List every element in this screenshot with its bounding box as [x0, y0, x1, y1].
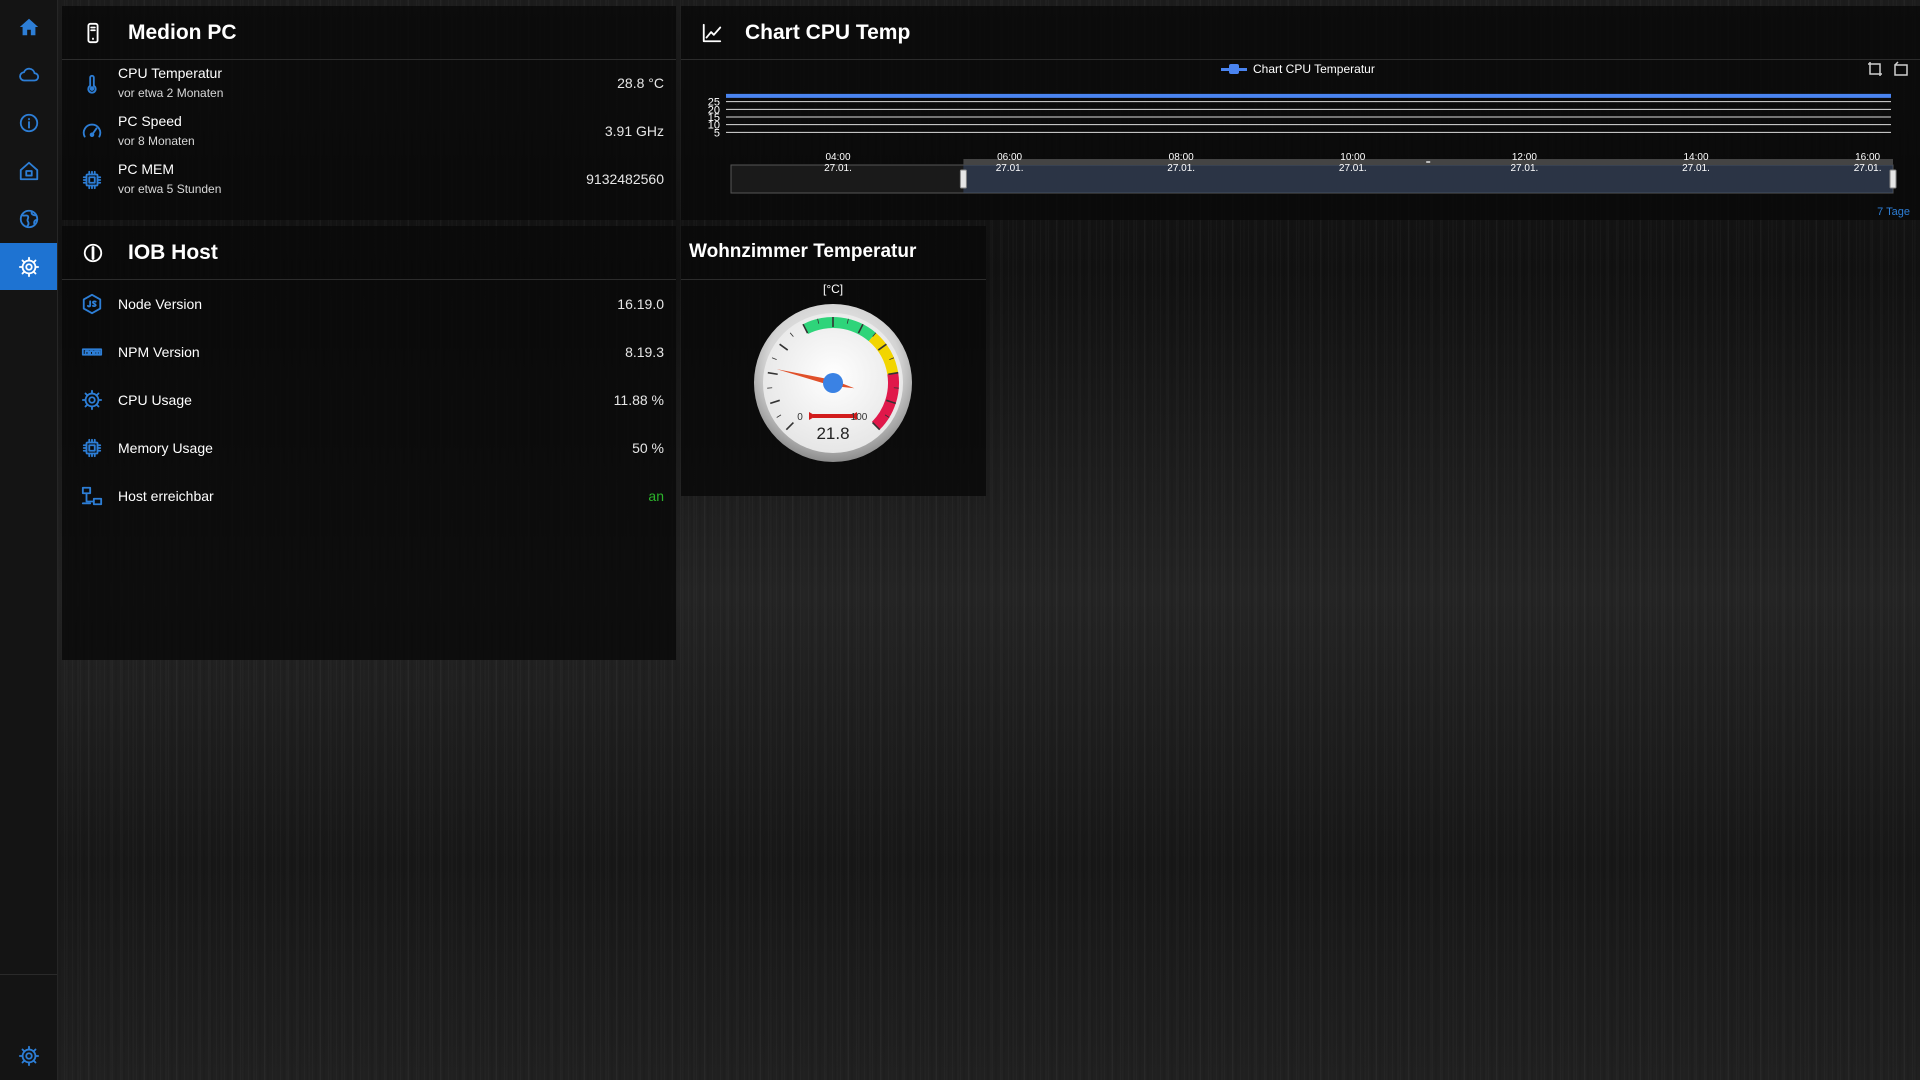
row-label: Memory Usage [118, 440, 213, 456]
sidebar-item-house[interactable] [0, 147, 57, 194]
npm-icon [81, 341, 103, 363]
row-value: 11.88 % [613, 392, 664, 408]
x-tick-date: 27.01. [1682, 163, 1710, 174]
gauge-min-label: 0 [797, 412, 803, 423]
row-label: NPM Version [118, 344, 200, 360]
x-tick-time: 14:00 [1683, 152, 1708, 163]
iobroker-icon [82, 242, 104, 264]
row-value: 16.19.0 [617, 296, 664, 312]
card-chart-cpu-temp: Chart CPU Temp Chart CPU Temperatur 25 20… [681, 6, 1920, 220]
row-label: PC Speed [118, 113, 182, 129]
sidebar-item-globe[interactable] [0, 195, 57, 242]
x-tick-date: 27.01. [996, 163, 1024, 174]
x-tick-time: 06:00 [997, 152, 1022, 163]
sidebar-item-info[interactable] [0, 99, 57, 146]
thermometer-icon [81, 73, 103, 95]
card-title: IOB Host [128, 241, 218, 264]
sidebar [0, 0, 58, 1080]
list-item[interactable]: PC Speed vor 8 Monaten 3.91 GHz [62, 108, 676, 156]
row-timestamp: vor 8 Monaten [118, 134, 195, 148]
x-tick-time: 12:00 [1512, 152, 1537, 163]
cloud-icon [18, 67, 39, 81]
card-title: Medion PC [128, 21, 237, 44]
card-medion-pc: Medion PC CPU Temperatur vor etwa 2 Mona… [62, 6, 676, 220]
card-header: IOB Host [62, 226, 676, 280]
list-item[interactable]: CPU Usage 11.88 % [62, 376, 676, 424]
zoom-slider[interactable] [730, 159, 1897, 194]
sidebar-settings-button[interactable] [0, 1032, 57, 1079]
temperature-gauge: 0 100 21.8 [754, 304, 912, 462]
y-grid [726, 101, 1891, 133]
home-icon [19, 18, 38, 35]
x-tick-date: 27.01. [1167, 163, 1195, 174]
gauge-hub [823, 373, 843, 393]
card-header: Medion PC [62, 6, 676, 60]
row-timestamp: vor etwa 5 Stunden [118, 182, 222, 196]
list-item[interactable]: Memory Usage 50 % [62, 424, 676, 472]
x-tick-date: 27.01. [824, 163, 852, 174]
gauge-value: 21.8 [816, 424, 849, 443]
network-icon [81, 485, 103, 507]
cpu-temp-chart[interactable]: 252015105 04:0027.01.06:0027.01.08:0027.… [681, 6, 1920, 206]
gauge-max-label: 100 [851, 412, 868, 423]
row-label: Host erreichbar [118, 488, 214, 504]
x-tick-time: 16:00 [1855, 152, 1880, 163]
sidebar-item-cloud[interactable] [0, 51, 57, 98]
phone-icon [82, 22, 104, 44]
list-item[interactable]: Host erreichbar an [62, 472, 676, 520]
sidebar-divider [0, 974, 57, 975]
time-range-label[interactable]: 7 Tage [1877, 206, 1910, 218]
x-tick-time: 10:00 [1340, 152, 1365, 163]
row-value: 9132482560 [586, 171, 664, 187]
row-label: Node Version [118, 296, 203, 312]
globe-icon [19, 209, 38, 228]
memory-chip-icon [81, 437, 103, 459]
y-tick-label: 5 [714, 127, 720, 139]
list-item[interactable]: PC MEM vor etwa 5 Stunden 9132482560 [62, 156, 676, 204]
x-tick-date: 27.01. [1854, 163, 1882, 174]
card-iob-host: IOB Host Node Version 16.19.0 NPM Versio… [62, 226, 676, 660]
zoom-handle-right [1889, 169, 1897, 189]
row-value: 8.19.3 [625, 344, 664, 360]
nodejs-icon [81, 293, 103, 315]
card-wohnzimmer-temperatur: Wohnzimmer Temperatur [°C] 0 100 21.8 [681, 226, 986, 496]
row-value-status: an [648, 488, 664, 504]
sidebar-item-home[interactable] [0, 3, 57, 50]
gear-icon [18, 256, 39, 277]
row-label: CPU Temperatur [118, 65, 223, 81]
row-value: 3.91 GHz [604, 123, 664, 139]
list-item[interactable]: CPU Temperatur vor etwa 2 Monaten 28.8 °… [62, 60, 676, 108]
sidebar-item-settings[interactable] [0, 243, 57, 290]
list-item[interactable]: Node Version 16.19.0 [62, 280, 676, 328]
row-value: 50 % [632, 440, 664, 456]
cpu-icon [81, 389, 103, 411]
x-tick-time: 08:00 [1169, 152, 1194, 163]
house-icon [19, 161, 38, 180]
x-tick-date: 27.01. [1510, 163, 1538, 174]
x-tick-date: 27.01. [1339, 163, 1367, 174]
row-timestamp: vor etwa 2 Monaten [118, 86, 224, 100]
zoom-handle-left [959, 169, 967, 189]
row-label: PC MEM [118, 161, 174, 177]
gear-icon [18, 1045, 39, 1066]
row-value: 28.8 °C [617, 75, 664, 91]
row-label: CPU Usage [118, 392, 192, 408]
y-axis: 252015105 [708, 97, 720, 140]
list-item[interactable]: NPM Version 8.19.3 [62, 328, 676, 376]
zoom-window [963, 165, 1893, 193]
chip-icon [81, 169, 103, 191]
x-tick-time: 04:00 [825, 152, 850, 163]
speedometer-icon [81, 121, 103, 143]
info-icon [19, 113, 38, 132]
